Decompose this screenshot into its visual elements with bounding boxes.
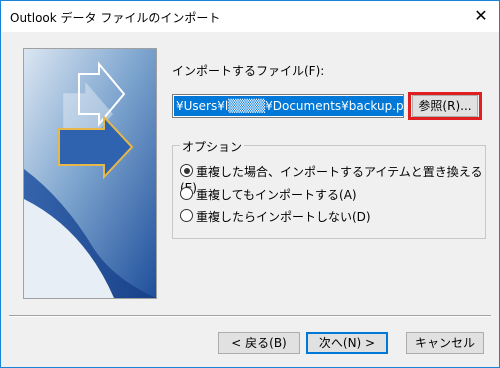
footer-separator	[9, 315, 491, 317]
radio-checked[interactable]	[180, 164, 193, 177]
option-allow-duplicates[interactable]: 重複してもインポートする(A)	[180, 187, 357, 203]
option-allow-duplicates-label: 重複してもインポートする(A)	[196, 188, 357, 202]
window-title: Outlook データ ファイルのインポート	[10, 11, 221, 25]
file-label: インポートするファイル(F):	[172, 64, 325, 78]
radio-unchecked[interactable]	[180, 209, 193, 222]
option-replace[interactable]: 重複した場合、インポートするアイテムと置き換える(E)	[180, 164, 499, 195]
radio-unchecked[interactable]	[180, 187, 193, 200]
import-arrows-illustration	[24, 49, 156, 298]
wizard-side-image	[23, 48, 157, 299]
back-button[interactable]: < 戻る(B)	[218, 332, 300, 354]
file-path-input[interactable]: ¥Users¥l▒▒▒▒¥Documents¥backup.pst	[172, 94, 404, 118]
file-path-text: ¥Users¥l▒▒▒▒¥Documents¥backup.pst	[174, 96, 403, 116]
options-legend: オプション	[180, 138, 245, 155]
close-icon[interactable]: ✕	[469, 5, 493, 27]
cancel-button[interactable]: キャンセル	[406, 332, 484, 354]
import-dialog: Outlook データ ファイルのインポート ✕ インポートするファイル(F):…	[0, 0, 500, 368]
browse-button[interactable]: 参照(R)...	[412, 95, 478, 117]
next-button[interactable]: 次へ(N) >	[306, 332, 388, 354]
option-skip-duplicates-label: 重複したらインポートしない(D)	[196, 210, 371, 224]
title-bar: Outlook データ ファイルのインポート ✕	[1, 1, 499, 32]
option-skip-duplicates[interactable]: 重複したらインポートしない(D)	[180, 209, 371, 225]
